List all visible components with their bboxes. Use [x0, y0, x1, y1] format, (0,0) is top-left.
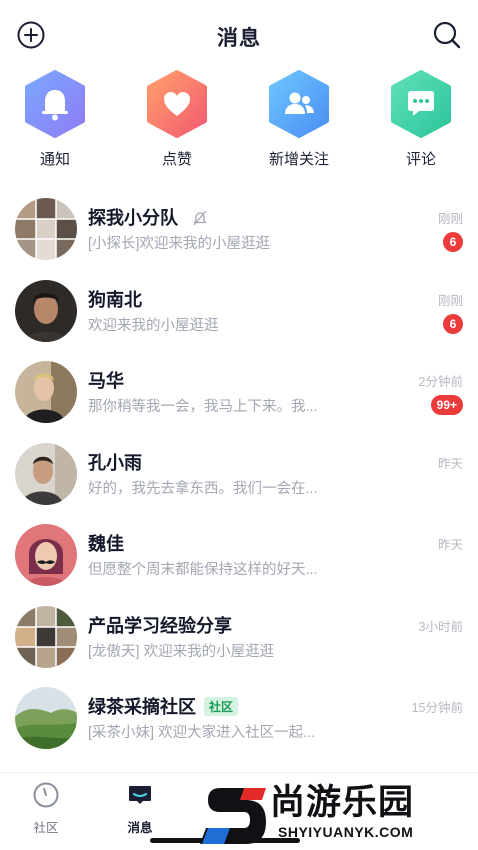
- conversation-name: 马华: [88, 371, 124, 391]
- conversation-name: 绿茶采摘社区 社区: [88, 693, 239, 719]
- quick-action-label: 评论: [405, 151, 436, 168]
- tab-label: 社区: [33, 821, 59, 835]
- conversation-name: 产品学习经验分享: [88, 615, 232, 636]
- conversation-name: 狗南北: [88, 289, 142, 310]
- compass-icon: [33, 782, 59, 808]
- conversation-preview: 好的，我先去拿东西。我们一会在...: [88, 480, 318, 497]
- avatar: [15, 524, 77, 586]
- quick-actions: 通知 点赞 新增关注 评论: [0, 70, 478, 180]
- quick-action-label: 通知: [39, 151, 70, 168]
- watermark-logo-icon: [200, 788, 266, 844]
- watermark: 尚游乐园 SHYIYUANYK.COM: [196, 768, 478, 850]
- conversation-time: 昨天: [437, 456, 463, 471]
- avatar: [15, 361, 77, 423]
- unread-badge: 6: [443, 313, 463, 334]
- unread-badge: 99+: [430, 395, 463, 415]
- conversation-preview: [龙傲天] 欢迎来我的小屋逛逛: [88, 643, 275, 660]
- page-title: 消息: [217, 27, 261, 50]
- search-icon[interactable]: [432, 20, 462, 50]
- unread-badge: 6: [443, 232, 463, 252]
- conversation-time: 昨天: [437, 538, 463, 552]
- header-bar: 消息: [0, 0, 478, 70]
- conversation-row[interactable]: 马华 那你稍等我一会，我马上下来。我... 2分钟前 99+: [0, 355, 478, 437]
- conversation-row[interactable]: 产品学习经验分享 [龙傲天] 欢迎来我的小屋逛逛 3小时前: [0, 600, 478, 682]
- conversation-row[interactable]: 魏佳 但愿整个周末都能保持这样的好天... 昨天: [0, 518, 478, 600]
- conversation-name: 探我小分队: [88, 204, 209, 230]
- comment-icon: [391, 70, 451, 138]
- conversation-row[interactable]: 狗南北 欢迎来我的小屋逛逛 刚刚 6: [0, 274, 478, 356]
- group-avatar: [15, 198, 77, 260]
- heart-icon: [147, 70, 207, 138]
- conversation-preview: 欢迎来我的小屋逛逛: [88, 317, 219, 334]
- conversation-time: 15分钟前: [411, 701, 463, 715]
- avatar: [15, 279, 77, 342]
- bell-icon: [25, 70, 85, 138]
- quick-action-label: 点赞: [161, 151, 192, 168]
- conversation-name: 孔小雨: [88, 452, 142, 473]
- group-avatar: [15, 605, 77, 668]
- conversation-preview: 但愿整个周末都能保持这样的好天...: [88, 562, 318, 578]
- community-tag: 社区: [204, 697, 239, 716]
- quick-action-label: 新增关注: [268, 151, 329, 168]
- avatar: [15, 442, 77, 505]
- watermark-text: 尚游乐园: [270, 783, 415, 822]
- conversation-row[interactable]: 绿茶采摘社区 社区 [采茶小妹] 欢迎大家进入社区一起... 15分钟前: [0, 681, 478, 763]
- conversation-time: 3小时前: [418, 619, 463, 634]
- conversation-preview: [小探长]欢迎来我的小屋逛逛: [88, 236, 271, 252]
- conversation-time: 刚刚: [437, 293, 463, 308]
- conversation-row[interactable]: 探我小分队 [小探长]欢迎来我的小屋逛逛 刚刚 6: [0, 192, 478, 274]
- conversation-row[interactable]: 孔小雨 好的，我先去拿东西。我们一会在... 昨天: [0, 437, 478, 519]
- conversation-preview: [采茶小妹] 欢迎大家进入社区一起...: [88, 725, 316, 741]
- conversation-name: 魏佳: [88, 534, 124, 554]
- tab-community[interactable]: 社区: [16, 781, 76, 836]
- tab-messages[interactable]: 消息: [110, 781, 170, 836]
- conversation-preview: 那你稍等我一会，我马上下来。我...: [88, 399, 318, 415]
- tab-label: 消息: [127, 821, 153, 835]
- quick-action-notification[interactable]: 通知: [10, 70, 100, 169]
- conversation-time: 2分钟前: [418, 375, 463, 389]
- watermark-url: SHYIYUANYK.COM: [278, 824, 414, 840]
- users-icon: [269, 70, 329, 138]
- mute-bell-icon: [193, 210, 207, 226]
- quick-action-new-followers[interactable]: 新增关注: [254, 70, 344, 169]
- quick-action-comments[interactable]: 评论: [376, 70, 466, 169]
- conversation-time: 刚刚: [437, 212, 463, 226]
- quick-action-likes[interactable]: 点赞: [132, 70, 222, 169]
- message-icon: [129, 786, 151, 804]
- conversation-list: 探我小分队 [小探长]欢迎来我的小屋逛逛 刚刚 6 狗南北 欢迎来我的小屋逛逛 …: [0, 192, 478, 763]
- community-avatar: [15, 687, 77, 749]
